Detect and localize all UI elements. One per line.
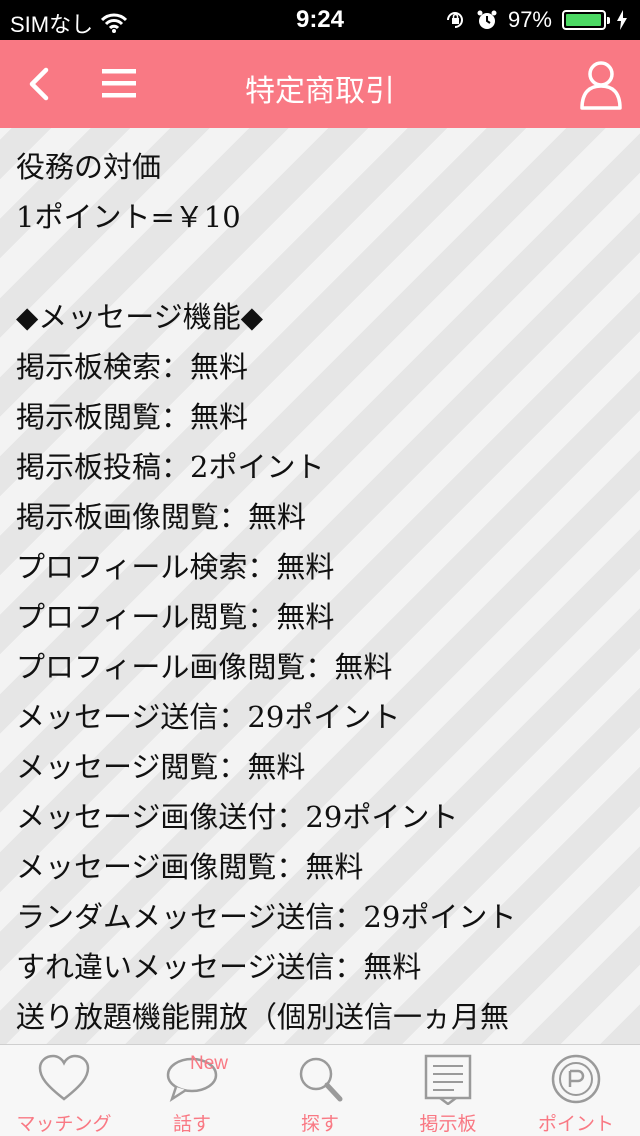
content-line: ◆メッセージ機能◆ [16, 300, 264, 334]
content-line: 役務の対価 [16, 150, 162, 184]
app-header: 特定商取引 [0, 40, 640, 128]
content-line: 掲示板投稿：2ポイント [16, 450, 325, 484]
tab-label: 探す [300, 1113, 339, 1135]
content-line: 掲示板閲覧：無料 [16, 400, 249, 434]
content-line: メッセージ画像閲覧：無料 [16, 850, 364, 884]
content-line: ランダムメッセージ送信：29ポイント [16, 900, 517, 934]
terms-text: 役務の対価 1ポイント=￥10 ◆メッセージ機能◆ 掲示板検索：無料 掲示板閲覧：無料掲… [0, 128, 640, 1042]
battery-percent: 97% [507, 7, 552, 32]
tab-search[interactable]: 探す [256, 1045, 384, 1136]
tab-points[interactable]: ポイント [512, 1045, 640, 1136]
status-right: 97% [444, 7, 628, 33]
coin-icon [551, 1054, 601, 1104]
content-line: プロフィール閲覧：無料 [16, 600, 335, 634]
tab-label: 話す [172, 1113, 211, 1135]
orientation-lock-icon [446, 12, 463, 28]
magnifier-icon [299, 1057, 343, 1102]
content-line: 掲示板画像閲覧：無料 [16, 500, 307, 534]
content-line: 掲示板検索：無料 [16, 350, 249, 384]
content-line: すれ違いメッセージ送信：無料 [16, 950, 422, 984]
bulletin-board-icon [424, 1054, 472, 1105]
tab-label: ポイント [537, 1113, 614, 1135]
content-line: プロフィール検索：無料 [16, 550, 335, 584]
heart-icon [38, 1054, 90, 1101]
tab-matching[interactable]: マッチング [0, 1045, 128, 1136]
charging-icon [617, 10, 627, 30]
content-line: メッセージ送信：29ポイント [16, 700, 401, 734]
tab-label: 掲示板 [419, 1113, 477, 1135]
battery-level [566, 14, 601, 26]
battery-icon [562, 10, 610, 30]
new-badge: New [190, 1053, 229, 1074]
content-area[interactable]: 役務の対価 1ポイント=￥10 ◆メッセージ機能◆ 掲示板検索：無料 掲示板閲覧：無料掲… [0, 128, 640, 1044]
status-bar: SIMなし 9:24 97% [0, 0, 640, 40]
tab-talk[interactable]: New 話す [128, 1045, 256, 1136]
content-line: メッセージ閲覧：無料 [16, 750, 306, 784]
tab-bulletin-board[interactable]: 掲示板 [384, 1045, 512, 1136]
content-line: 送り放題機能開放（個別送信一ヵ月無 [16, 1000, 510, 1034]
alarm-icon [477, 10, 497, 29]
user-profile-button[interactable] [576, 58, 626, 112]
tab-bar: マッチング New 話す 探す 掲示板 ポイント [0, 1044, 640, 1136]
content-line: 1ポイント=￥10 [16, 200, 241, 234]
content-line: メッセージ画像送付：29ポイント [16, 800, 459, 834]
tab-label: マッチング [16, 1113, 112, 1135]
page-title: 特定商取引 [245, 74, 395, 109]
content-line: プロフィール画像閲覧：無料 [16, 650, 393, 684]
